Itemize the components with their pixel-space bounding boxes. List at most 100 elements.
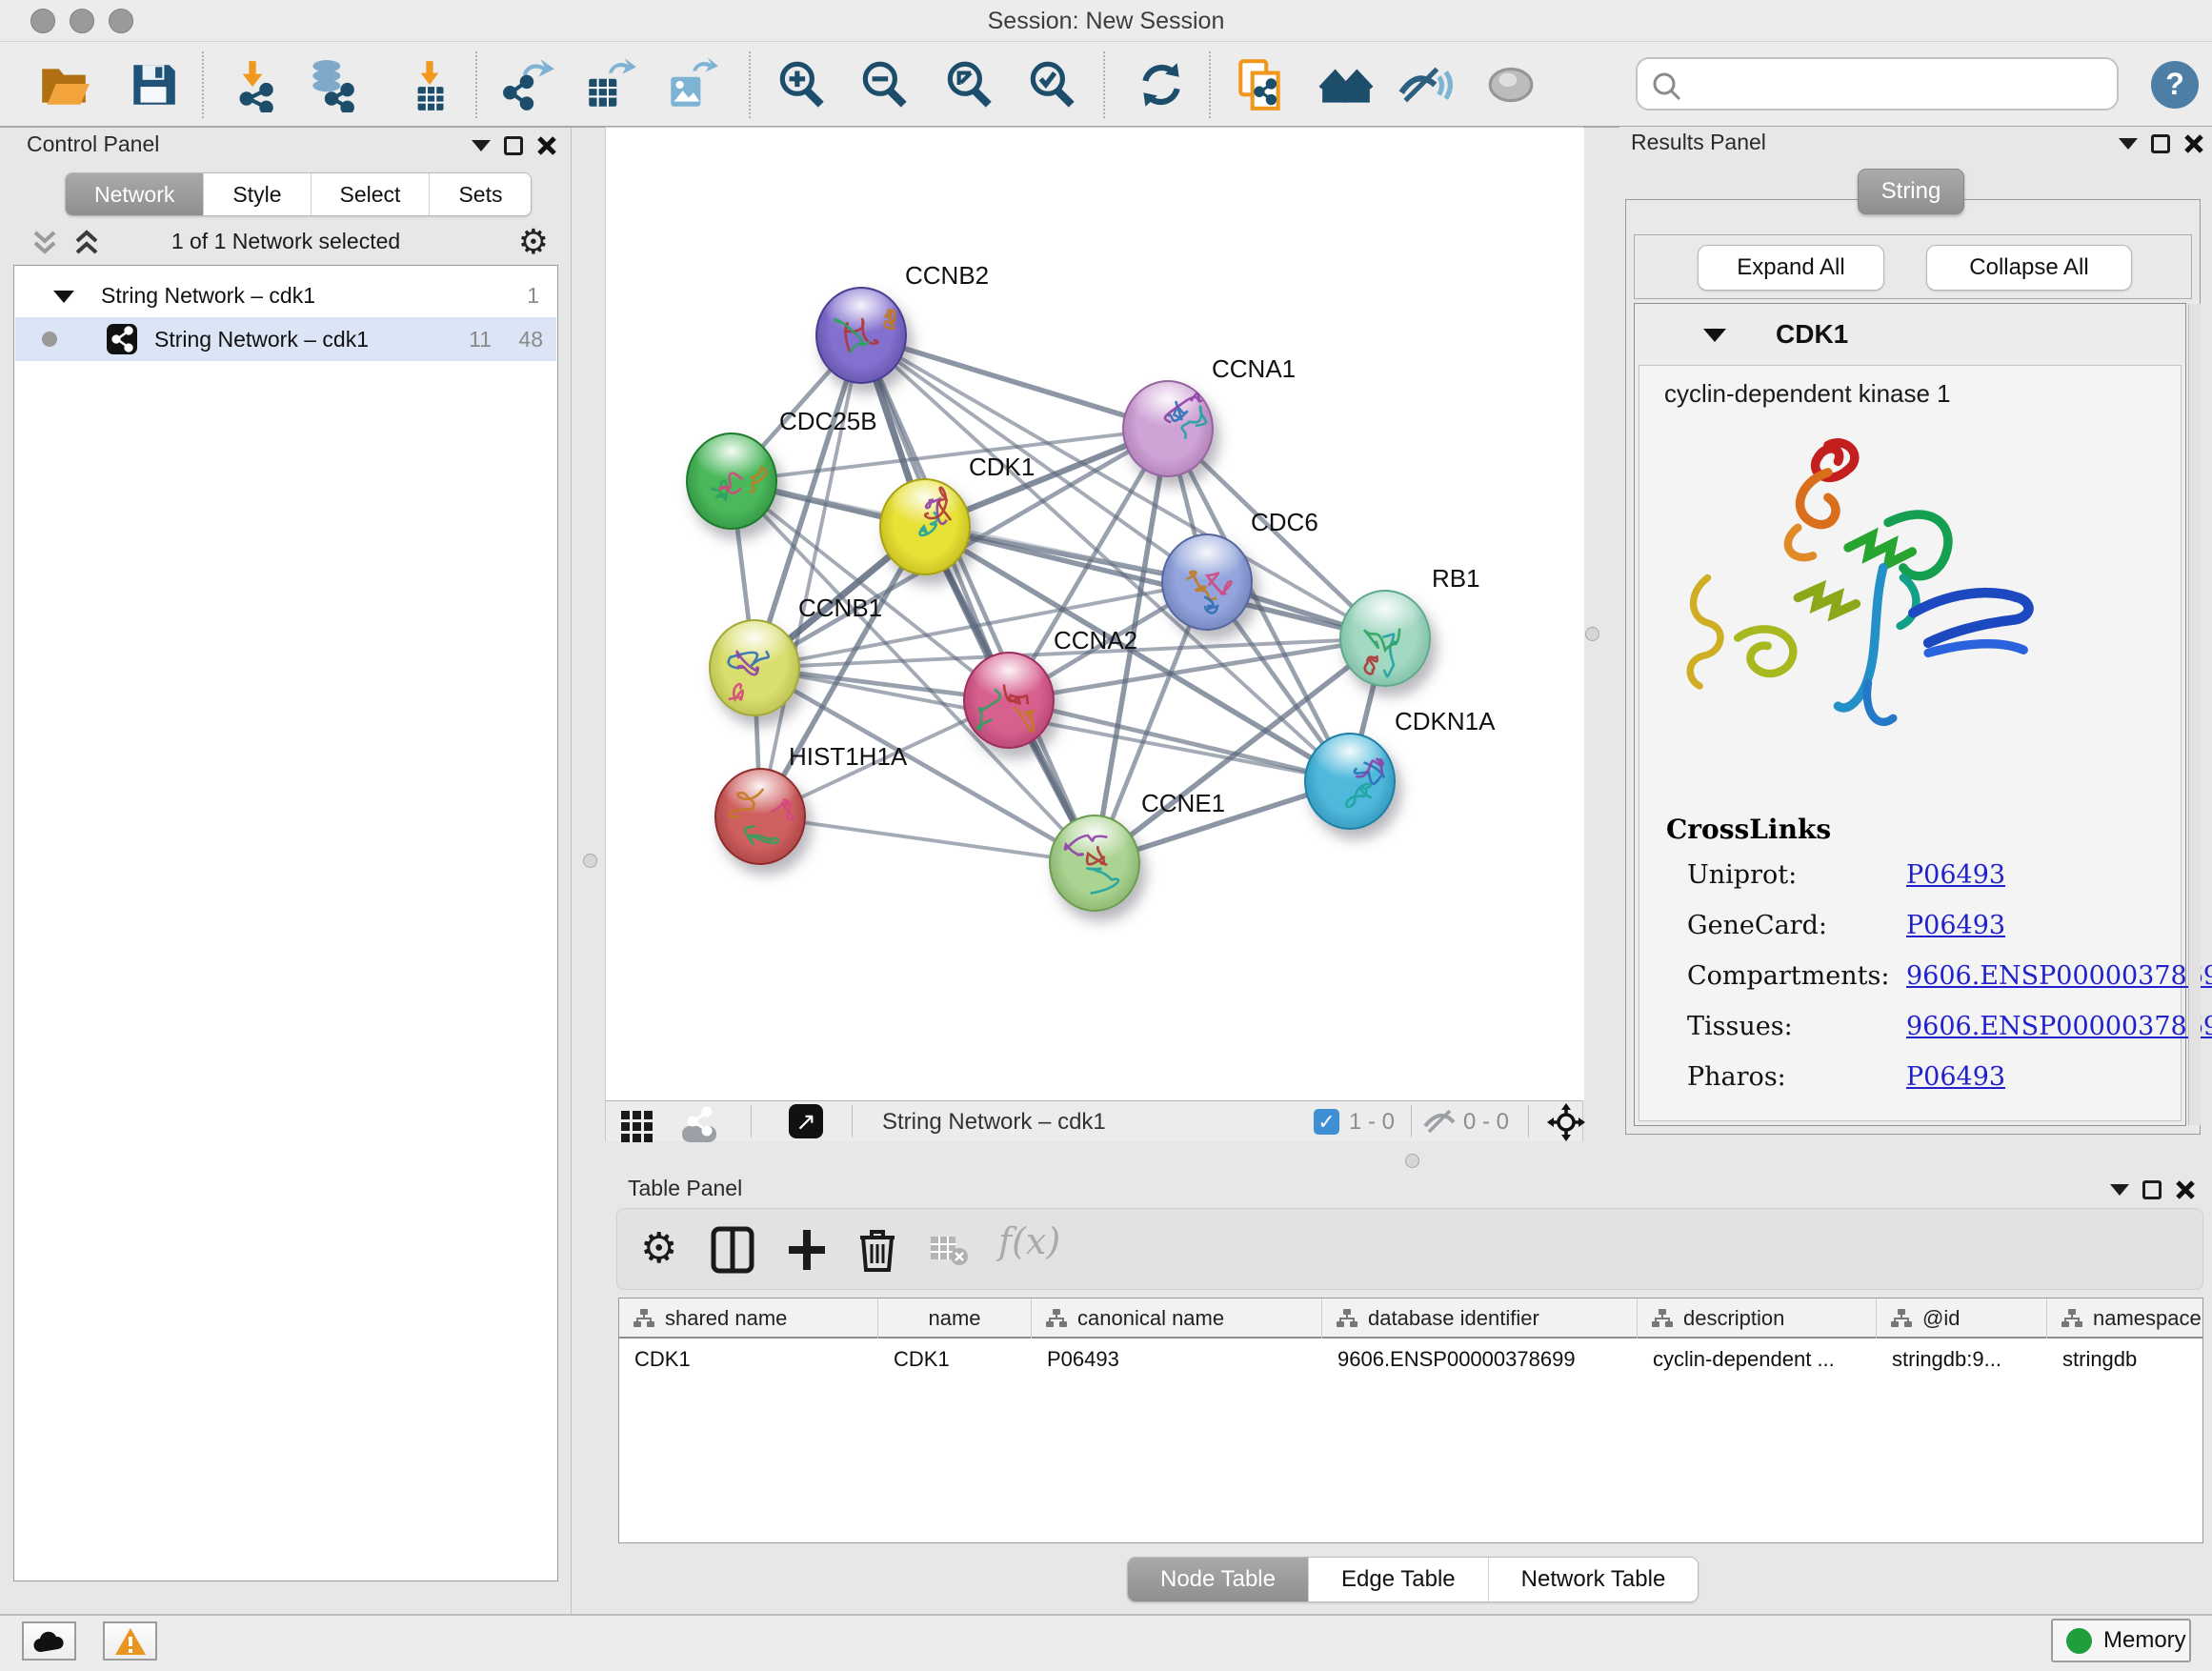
- float-panel-icon[interactable]: [2119, 138, 2138, 150]
- crosslink-link[interactable]: 9606.ENSP00000378699: [1906, 1012, 2212, 1041]
- collapse-all-button[interactable]: Collapse All: [1926, 245, 2132, 291]
- network-grid-icon[interactable]: [621, 1111, 653, 1142]
- add-column-icon[interactable]: [785, 1226, 829, 1278]
- horizontal-splitter-handle[interactable]: [1405, 1154, 1419, 1168]
- column-header-name[interactable]: name: [878, 1299, 1032, 1339]
- collapse-section-icon[interactable]: [1703, 329, 1726, 342]
- maximize-panel-icon[interactable]: [2142, 1180, 2162, 1199]
- warning-button[interactable]: [103, 1621, 157, 1661]
- tab-select[interactable]: Select: [311, 173, 430, 215]
- delete-column-icon[interactable]: [857, 1226, 897, 1278]
- node-rb1[interactable]: [1339, 590, 1431, 687]
- node-ccna2[interactable]: [963, 652, 1055, 749]
- node-ccna1[interactable]: [1122, 380, 1214, 477]
- column-header-database-identifier[interactable]: database identifier: [1322, 1299, 1638, 1339]
- import-network-file-icon[interactable]: [225, 57, 280, 112]
- cell-canonical-name[interactable]: P06493: [1032, 1340, 1322, 1379]
- table-row[interactable]: CDK1CDK1P064939606.ENSP00000378699cyclin…: [619, 1340, 2203, 1379]
- protein-ribbon-thumbnail: [881, 480, 973, 577]
- birds-eye-view-icon[interactable]: ↗: [789, 1104, 823, 1138]
- crosslink-link[interactable]: P06493: [1906, 911, 2005, 940]
- zoom-fit-icon[interactable]: [941, 57, 996, 112]
- selected-counter: 1 - 0: [1349, 1109, 1395, 1136]
- column-header--id[interactable]: @id: [1877, 1299, 2047, 1339]
- search-input[interactable]: [1691, 63, 2110, 105]
- tab-network-table[interactable]: Network Table: [1488, 1558, 1699, 1601]
- node-hist1h1a[interactable]: [714, 768, 806, 865]
- maximize-panel-icon[interactable]: [2151, 134, 2170, 153]
- zoom-selected-icon[interactable]: [1024, 57, 1079, 112]
- help-button[interactable]: ?: [2151, 61, 2199, 109]
- tab-network[interactable]: Network: [66, 173, 203, 215]
- refresh-icon[interactable]: [1134, 57, 1189, 112]
- node-cdkn1a[interactable]: [1304, 733, 1396, 830]
- crosslink-link[interactable]: 9606.ENSP00000378699: [1906, 961, 2212, 991]
- home-network-icon[interactable]: [1318, 57, 1374, 112]
- tab-node-table[interactable]: Node Table: [1128, 1558, 1308, 1601]
- selected-nodes-checkbox[interactable]: ✓: [1314, 1109, 1339, 1135]
- import-table-file-icon[interactable]: [402, 57, 457, 112]
- network-row[interactable]: String Network – cdk1 11 48: [15, 317, 556, 361]
- close-panel-icon[interactable]: [2183, 133, 2204, 154]
- results-panel-title: Results Panel: [1631, 130, 1766, 155]
- left-splitter-handle[interactable]: [583, 854, 597, 868]
- maximize-panel-icon[interactable]: [504, 136, 523, 155]
- table-settings-gear-icon[interactable]: ⚙: [640, 1226, 677, 1272]
- cell-name[interactable]: CDK1: [878, 1340, 1032, 1379]
- control-panel-title: Control Panel: [27, 131, 159, 157]
- cloud-button[interactable]: [22, 1621, 76, 1661]
- crosslink-row: GeneCard:P06493: [1666, 911, 2212, 940]
- copy-network-icon[interactable]: [1233, 57, 1288, 112]
- results-scrollbar[interactable]: [2188, 304, 2201, 1125]
- node-cdc6[interactable]: [1161, 534, 1253, 631]
- right-splitter-handle[interactable]: [1585, 627, 1599, 641]
- zoom-in-icon[interactable]: [774, 57, 829, 112]
- export-table-icon[interactable]: [581, 57, 636, 112]
- show-columns-icon[interactable]: [711, 1226, 754, 1278]
- crosslink-link[interactable]: P06493: [1906, 860, 2005, 890]
- tab-sets[interactable]: Sets: [429, 173, 531, 215]
- network-type-icon[interactable]: [682, 1126, 716, 1142]
- save-session-icon[interactable]: [126, 57, 181, 112]
- cell-shared-name[interactable]: CDK1: [619, 1340, 878, 1379]
- collection-count: 1: [527, 283, 539, 309]
- open-session-icon[interactable]: [36, 57, 91, 112]
- protein-header[interactable]: CDK1: [1635, 304, 2185, 365]
- cell-namespace[interactable]: stringdb: [2047, 1340, 2203, 1379]
- column-header-description[interactable]: description: [1638, 1299, 1877, 1339]
- cell--id[interactable]: stringdb:9...: [1877, 1340, 2047, 1379]
- column-header-namespace[interactable]: namespace: [2047, 1299, 2203, 1339]
- collection-expander-icon[interactable]: [53, 291, 74, 303]
- float-panel-icon[interactable]: [472, 140, 491, 151]
- column-header-shared-name[interactable]: shared name: [619, 1299, 878, 1339]
- cell-database-identifier[interactable]: 9606.ENSP00000378699: [1322, 1340, 1638, 1379]
- tab-string[interactable]: String: [1858, 169, 1964, 214]
- hide-selected-icon[interactable]: [1398, 57, 1453, 112]
- hidden-eye-icon[interactable]: [1423, 1107, 1458, 1140]
- node-cdc25b[interactable]: [686, 433, 777, 530]
- tab-edge-table[interactable]: Edge Table: [1308, 1558, 1488, 1601]
- import-network-database-icon[interactable]: [303, 57, 358, 112]
- network-canvas[interactable]: CCNB2CCNA1CDC25BCDK1CDC6RB1CCNB1CCNA2CDK…: [606, 128, 1584, 1100]
- close-panel-icon[interactable]: [536, 135, 557, 156]
- close-panel-icon[interactable]: [2175, 1179, 2196, 1200]
- float-panel-icon[interactable]: [2110, 1184, 2129, 1196]
- column-header-canonical-name[interactable]: canonical name: [1032, 1299, 1322, 1339]
- selection-mode-icon[interactable]: [1547, 1103, 1585, 1146]
- cell-description[interactable]: cyclin-dependent ...: [1638, 1340, 1877, 1379]
- crosslink-label: Compartments:: [1666, 961, 1906, 991]
- node-ccnb1[interactable]: [709, 619, 800, 716]
- expand-all-button[interactable]: Expand All: [1698, 245, 1884, 291]
- node-ccne1[interactable]: [1049, 815, 1140, 912]
- memory-button[interactable]: Memory: [2051, 1619, 2191, 1662]
- export-network-icon[interactable]: [501, 57, 556, 112]
- zoom-out-icon[interactable]: [856, 57, 912, 112]
- node-ccnb2[interactable]: [815, 287, 907, 384]
- export-image-icon[interactable]: [663, 57, 718, 112]
- tab-style[interactable]: Style: [203, 173, 310, 215]
- node-cdk1[interactable]: [879, 478, 971, 575]
- show-hidden-eye-icon[interactable]: [1483, 57, 1538, 112]
- network-collection-row[interactable]: String Network – cdk1 1: [15, 273, 556, 317]
- network-options-gear-icon[interactable]: ⚙: [518, 223, 549, 261]
- crosslink-link[interactable]: P06493: [1906, 1062, 2005, 1092]
